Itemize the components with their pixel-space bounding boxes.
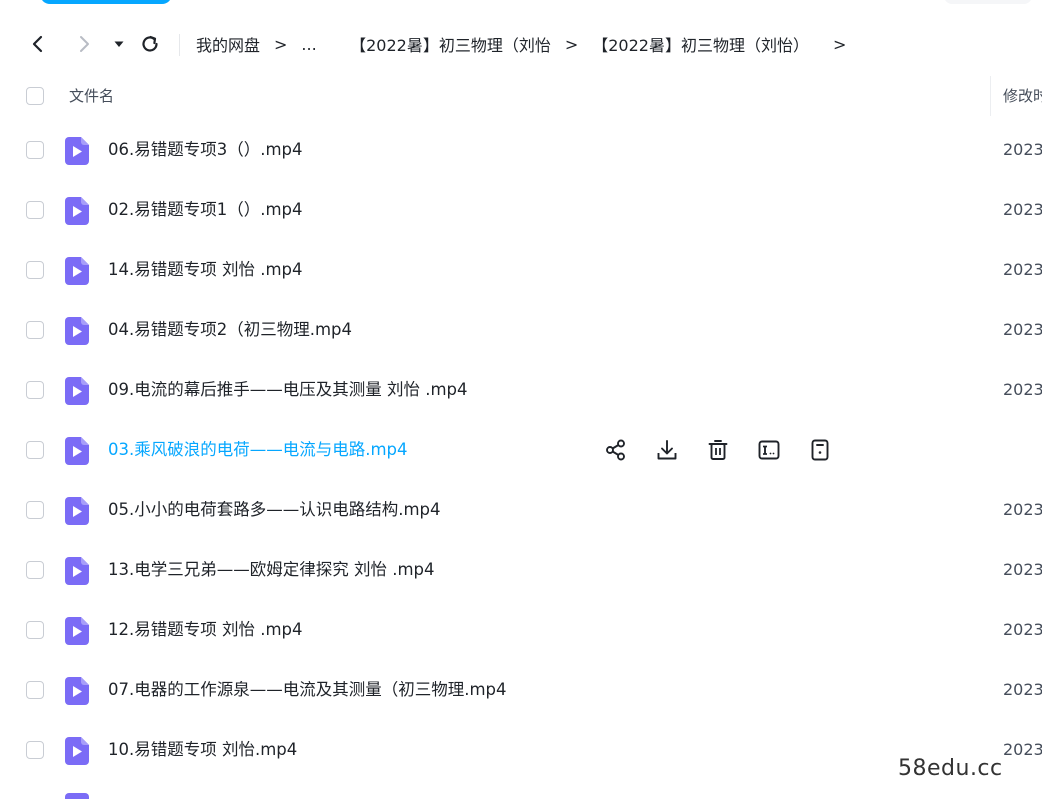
delete-icon	[708, 440, 728, 460]
file-name[interactable]: 04.易错题专项2（初三物理.mp4	[108, 300, 352, 360]
file-row[interactable]: 13.电学三兄弟——欧姆定律探究 刘怡 .mp4 2023	[0, 540, 1042, 600]
video-file-icon	[65, 737, 89, 765]
row-checkbox[interactable]	[26, 741, 44, 759]
share-icon	[606, 439, 625, 461]
file-modified-date: 2023	[1003, 500, 1042, 519]
file-modified-date: 2023	[1003, 380, 1042, 399]
row-checkbox[interactable]	[26, 621, 44, 639]
file-row[interactable]: 02.易错题专项1（）.mp4 2023	[0, 180, 1042, 240]
breadcrumb: 我的网盘 > ... > 【2022暑】初三物理（刘怡 > 【2022暑】初三物…	[196, 24, 860, 64]
file-modified-date	[1003, 420, 1042, 480]
top-right-control[interactable]	[944, 0, 1032, 4]
watermark: 58edu.cc	[898, 756, 1003, 781]
row-checkbox[interactable]	[26, 141, 44, 159]
file-row-hovered[interactable]: 03.乘风破浪的电荷——电流与电路.mp4	[0, 420, 1042, 480]
video-file-icon	[65, 557, 89, 585]
file-name[interactable]: 09.电流的幕后推手——电压及其测量 刘怡 .mp4	[108, 360, 468, 420]
video-file-icon	[65, 137, 89, 165]
file-row[interactable]: 06.易错题专项3（）.mp4 2023	[0, 120, 1042, 180]
video-file-icon	[65, 793, 89, 799]
rename-button[interactable]	[755, 436, 783, 464]
row-checkbox[interactable]	[26, 201, 44, 219]
breadcrumb-parent[interactable]: 【2022暑】初三物理（刘怡	[350, 32, 551, 56]
video-file-icon	[65, 677, 89, 705]
file-name[interactable]: 02.易错题专项1（）.mp4	[108, 180, 303, 240]
breadcrumb-root[interactable]: 我的网盘	[196, 32, 260, 56]
column-header-name[interactable]: 文件名	[69, 74, 114, 118]
file-row[interactable]: 05.小小的电荷套路多——认识电路结构.mp4 2023	[0, 480, 1042, 540]
caret-down-icon	[114, 41, 124, 47]
file-name[interactable]: 10.易错题专项 刘怡.mp4	[108, 720, 297, 780]
file-modified-date: 2023	[1003, 740, 1042, 759]
back-button[interactable]	[24, 24, 52, 64]
file-name[interactable]: 12.易错题专项 刘怡 .mp4	[108, 600, 303, 660]
row-checkbox[interactable]	[26, 381, 44, 399]
more-icon	[811, 439, 829, 461]
video-file-icon	[65, 437, 89, 465]
row-checkbox[interactable]	[26, 261, 44, 279]
download-button[interactable]	[653, 436, 681, 464]
file-name[interactable]: 06.易错题专项3（）.mp4	[108, 120, 303, 180]
file-name[interactable]: 13.电学三兄弟——欧姆定律探究 刘怡 .mp4	[108, 540, 435, 600]
file-modified-date: 2023	[1003, 140, 1042, 159]
breadcrumb-ellipsis[interactable]: ...	[301, 35, 316, 54]
file-row[interactable]: 12.易错题专项 刘怡 .mp4 2023	[0, 600, 1042, 660]
refresh-icon	[142, 35, 158, 52]
file-list-header: 文件名 修改时间	[0, 74, 1042, 118]
chevron-right-icon	[80, 36, 89, 52]
row-checkbox[interactable]	[26, 441, 44, 459]
refresh-button[interactable]	[136, 24, 164, 64]
file-modified-date: 2023	[1003, 680, 1042, 699]
row-checkbox[interactable]	[26, 561, 44, 579]
delete-button[interactable]	[704, 436, 732, 464]
file-modified-date: 2023	[1003, 260, 1042, 279]
video-file-icon	[65, 197, 89, 225]
select-all-checkbox[interactable]	[26, 87, 44, 105]
rename-icon	[758, 440, 780, 460]
breadcrumb-separator[interactable]: >	[833, 35, 846, 54]
row-checkbox[interactable]	[26, 501, 44, 519]
chevron-left-icon	[32, 35, 43, 53]
video-file-icon	[65, 317, 89, 345]
row-action-bar	[602, 436, 857, 464]
row-checkbox[interactable]	[26, 321, 44, 339]
row-checkbox[interactable]	[26, 681, 44, 699]
file-modified-date: 2023	[1003, 620, 1042, 639]
breadcrumb-separator: >	[274, 34, 288, 54]
file-row[interactable]: 10.易错题专项 刘怡.mp4 2023	[0, 720, 1042, 780]
file-name[interactable]: 05.小小的电荷套路多——认识电路结构.mp4	[108, 480, 441, 540]
file-row[interactable]: 07.电器的工作源泉——电流及其测量（初三物理.mp4 2023	[0, 660, 1042, 720]
video-file-icon	[65, 377, 89, 405]
video-file-icon	[65, 617, 89, 645]
top-accent-bar	[40, 0, 172, 4]
breadcrumb-separator: >	[564, 34, 579, 54]
navigation-bar: 我的网盘 > ... > 【2022暑】初三物理（刘怡 > 【2022暑】初三物…	[0, 24, 1042, 64]
column-divider[interactable]	[990, 76, 991, 116]
file-row[interactable]: 04.易错题专项2（初三物理.mp4 2023	[0, 300, 1042, 360]
more-button[interactable]	[806, 436, 834, 464]
file-modified-date: 2023	[1003, 560, 1042, 579]
video-file-icon	[65, 257, 89, 285]
file-row[interactable]: 14.易错题专项 刘怡 .mp4 2023	[0, 240, 1042, 300]
file-name[interactable]: 03.乘风破浪的电荷——电流与电路.mp4	[108, 420, 408, 480]
history-dropdown-button[interactable]	[108, 24, 130, 64]
video-file-icon	[65, 497, 89, 525]
file-row[interactable]: 09.电流的幕后推手——电压及其测量 刘怡 .mp4 2023	[0, 360, 1042, 420]
breadcrumb-current: 【2022暑】初三物理（刘怡）	[592, 36, 809, 55]
share-button[interactable]	[602, 436, 630, 464]
file-name[interactable]: 07.电器的工作源泉——电流及其测量（初三物理.mp4	[108, 660, 507, 720]
column-header-modified[interactable]: 修改时间	[1003, 74, 1042, 118]
file-list: 06.易错题专项3（）.mp4 2023 02.易错题专项1（）.mp4 202…	[0, 120, 1042, 780]
file-name[interactable]: 14.易错题专项 刘怡 .mp4	[108, 240, 303, 300]
nav-divider	[179, 34, 180, 56]
forward-button[interactable]	[70, 24, 98, 64]
download-icon	[657, 440, 677, 460]
file-modified-date: 2023	[1003, 200, 1042, 219]
file-modified-date: 2023	[1003, 320, 1042, 339]
